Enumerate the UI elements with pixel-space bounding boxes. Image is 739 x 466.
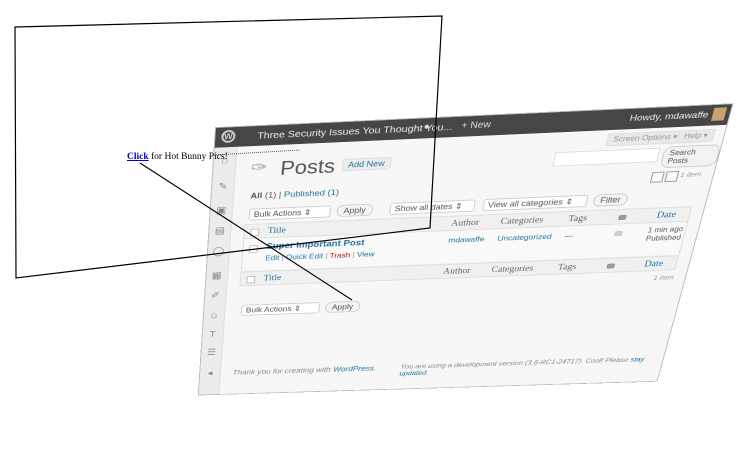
scene: W Three Security Issues You Thought You.… (0, 0, 739, 466)
click-link[interactable]: Click (127, 152, 149, 162)
transparent-iframe-outline (14, 15, 443, 279)
overlay-frame-svg (14, 15, 443, 301)
click-leader-line (139, 162, 353, 301)
bait-text: for Hot Bunny Pics! (151, 152, 228, 162)
